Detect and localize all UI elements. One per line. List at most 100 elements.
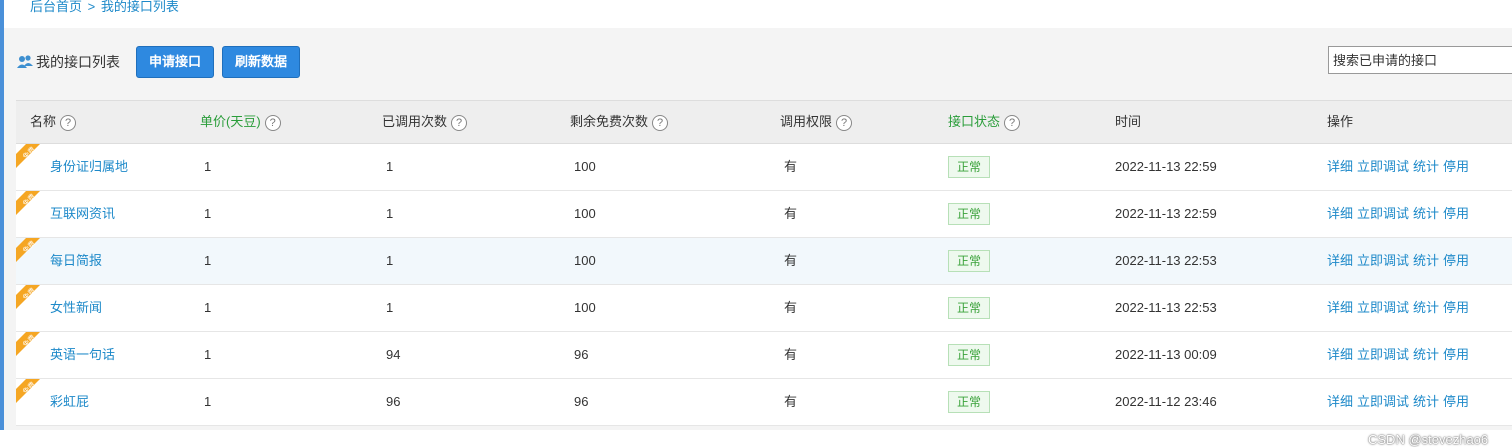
cell-free-left: 96 bbox=[574, 347, 589, 362]
cell-time: 2022-11-13 22:59 bbox=[1115, 159, 1217, 174]
table-row: 免费 英语一句话 1 94 96 有 正常 2022-11-13 00:09 详细 立即调试 统计停… bbox=[16, 332, 1512, 379]
cell-status: 正常 bbox=[948, 332, 991, 378]
header-permission: 调用权限? bbox=[780, 101, 853, 143]
debug-link[interactable]: 立即调试 bbox=[1357, 394, 1409, 409]
cell-permission: 有 bbox=[784, 253, 798, 268]
cell-price: 1 bbox=[204, 300, 212, 315]
cell-used: 94 bbox=[386, 347, 401, 362]
row-actions: 详细 立即调试 统计 停用 bbox=[1327, 332, 1473, 378]
stats-link[interactable]: 统计 bbox=[1413, 253, 1439, 268]
detail-link[interactable]: 详细 bbox=[1327, 206, 1353, 221]
api-name-link[interactable]: 互联网资讯 bbox=[50, 191, 115, 237]
debug-link[interactable]: 立即调试 bbox=[1357, 253, 1409, 268]
question-circle-icon[interactable]: ? bbox=[264, 114, 281, 131]
table-row: 免费 女性新闻 1 1 100 有 正常 2022-11-13 22:53 详细 立即调试 统计 停用 bbox=[16, 285, 1512, 332]
api-table: 名称? 单价(天豆)? 已调用次数? 剩余免费次数? 调用权限? 接口状态? 时… bbox=[16, 100, 1512, 426]
breadcrumb-home[interactable]: 后台首页 bbox=[30, 0, 82, 14]
status-badge: 正常 bbox=[948, 250, 991, 272]
debug-link[interactable]: 立即调试 bbox=[1357, 300, 1409, 315]
header-price-label[interactable]: 单价(天豆) bbox=[200, 114, 261, 129]
free-ribbon-icon: 免费 bbox=[16, 191, 52, 227]
page-title: 我的接口列表 bbox=[36, 54, 120, 70]
detail-link[interactable]: 详细 bbox=[1327, 253, 1353, 268]
cell-price: 1 bbox=[204, 347, 212, 362]
status-badge: 正常 bbox=[948, 344, 991, 366]
table-row: 免费 互联网资讯 1 1 100 有 正常 2022-11-13 22:59 详细 立即调试 统计停… bbox=[16, 191, 1512, 238]
header-price[interactable]: 单价(天豆)? bbox=[200, 101, 281, 143]
cell-time: 2022-11-13 22:59 bbox=[1115, 206, 1217, 221]
header-used: 已调用次数? bbox=[382, 101, 468, 143]
disable-link[interactable]: 停用 bbox=[1443, 300, 1469, 315]
free-ribbon-icon: 免费 bbox=[16, 144, 52, 180]
disable-link[interactable]: 停用 bbox=[1443, 159, 1469, 174]
cell-time: 2022-11-13 22:53 bbox=[1115, 253, 1217, 268]
apply-api-button[interactable]: 申请接口 bbox=[136, 46, 215, 78]
stats-link[interactable]: 统计 bbox=[1413, 347, 1439, 362]
header-name: 名称? bbox=[30, 101, 77, 143]
status-badge: 正常 bbox=[948, 203, 991, 225]
cell-used: 96 bbox=[386, 394, 401, 409]
free-ribbon-icon: 免费 bbox=[16, 379, 52, 415]
cell-used: 1 bbox=[386, 159, 394, 174]
table-header: 名称? 单价(天豆)? 已调用次数? 剩余免费次数? 调用权限? 接口状态? 时… bbox=[16, 100, 1512, 144]
disable-link[interactable]: 停用 bbox=[1443, 394, 1469, 409]
cell-permission: 有 bbox=[784, 159, 798, 174]
api-name-link[interactable]: 彩虹屁 bbox=[50, 379, 89, 425]
table-row: 免费 身份证归属地 1 1 100 有 正常 2022-11-13 22:59 详细 立即调试 统计… bbox=[16, 144, 1512, 191]
question-circle-icon[interactable]: ? bbox=[652, 114, 669, 131]
header-free-left-label: 剩余免费次数 bbox=[570, 114, 649, 129]
api-name-link[interactable]: 身份证归属地 bbox=[50, 144, 128, 190]
disable-link[interactable]: 停用 bbox=[1443, 253, 1469, 268]
status-badge: 正常 bbox=[948, 297, 991, 319]
api-name-link[interactable]: 每日简报 bbox=[50, 238, 102, 284]
api-list-panel: 我的接口列表 申请接口 刷新数据 名称? 单价(天豆)? 已调用次数? 剩余免费… bbox=[4, 28, 1512, 447]
detail-link[interactable]: 详细 bbox=[1327, 347, 1353, 362]
cell-status: 正常 bbox=[948, 285, 991, 331]
question-circle-icon[interactable]: ? bbox=[451, 114, 468, 131]
cell-price: 1 bbox=[204, 159, 212, 174]
disable-link[interactable]: 停用 bbox=[1443, 347, 1469, 362]
cell-status: 正常 bbox=[948, 238, 991, 284]
question-circle-icon[interactable]: ? bbox=[1004, 114, 1021, 131]
api-name-link[interactable]: 英语一句话 bbox=[50, 332, 115, 378]
cell-permission: 有 bbox=[784, 347, 798, 362]
debug-link[interactable]: 立即调试 bbox=[1357, 206, 1409, 221]
cell-free-left: 100 bbox=[574, 300, 596, 315]
debug-link[interactable]: 立即调试 bbox=[1357, 159, 1409, 174]
api-name-link[interactable]: 女性新闻 bbox=[50, 285, 102, 331]
cell-permission: 有 bbox=[784, 394, 798, 409]
table-row: 免费 彩虹屁 1 96 96 有 正常 2022-11-12 23:46 详细 立即调试 统计 停用 bbox=[16, 379, 1512, 426]
cell-time: 2022-11-12 23:46 bbox=[1115, 394, 1217, 409]
breadcrumb-current[interactable]: 我的接口列表 bbox=[101, 0, 179, 14]
cell-status: 正常 bbox=[948, 191, 991, 237]
header-status-label[interactable]: 接口状态 bbox=[948, 114, 1000, 129]
cell-time: 2022-11-13 22:53 bbox=[1115, 300, 1217, 315]
stats-link[interactable]: 统计 bbox=[1413, 394, 1439, 409]
row-actions: 详细 立即调试 统计 停用 bbox=[1327, 144, 1473, 190]
stats-link[interactable]: 统计 bbox=[1413, 159, 1439, 174]
search-input[interactable] bbox=[1328, 46, 1512, 74]
question-circle-icon[interactable]: ? bbox=[60, 114, 77, 131]
refresh-data-button[interactable]: 刷新数据 bbox=[222, 46, 301, 78]
free-ribbon-icon: 免费 bbox=[16, 285, 52, 321]
detail-link[interactable]: 详细 bbox=[1327, 159, 1353, 174]
cell-status: 正常 bbox=[948, 379, 991, 425]
breadcrumb: 后台首页 > 我的接口列表 bbox=[30, 0, 181, 15]
cell-price: 1 bbox=[204, 206, 212, 221]
breadcrumb-separator: > bbox=[87, 0, 96, 14]
cell-price: 1 bbox=[204, 253, 212, 268]
debug-link[interactable]: 立即调试 bbox=[1357, 347, 1409, 362]
question-circle-icon[interactable]: ? bbox=[836, 114, 853, 131]
detail-link[interactable]: 详细 bbox=[1327, 300, 1353, 315]
cell-permission: 有 bbox=[784, 300, 798, 315]
detail-link[interactable]: 详细 bbox=[1327, 394, 1353, 409]
cell-free-left: 100 bbox=[574, 159, 596, 174]
cell-free-left: 100 bbox=[574, 253, 596, 268]
disable-link[interactable]: 停用 bbox=[1443, 206, 1469, 221]
header-status[interactable]: 接口状态? bbox=[948, 101, 1021, 143]
row-actions: 详细 立即调试 统计 停用 bbox=[1327, 379, 1473, 425]
stats-link[interactable]: 统计 bbox=[1413, 300, 1439, 315]
stats-link[interactable]: 统计 bbox=[1413, 206, 1439, 221]
header-used-label: 已调用次数 bbox=[382, 114, 448, 129]
header-name-label: 名称 bbox=[30, 114, 57, 129]
